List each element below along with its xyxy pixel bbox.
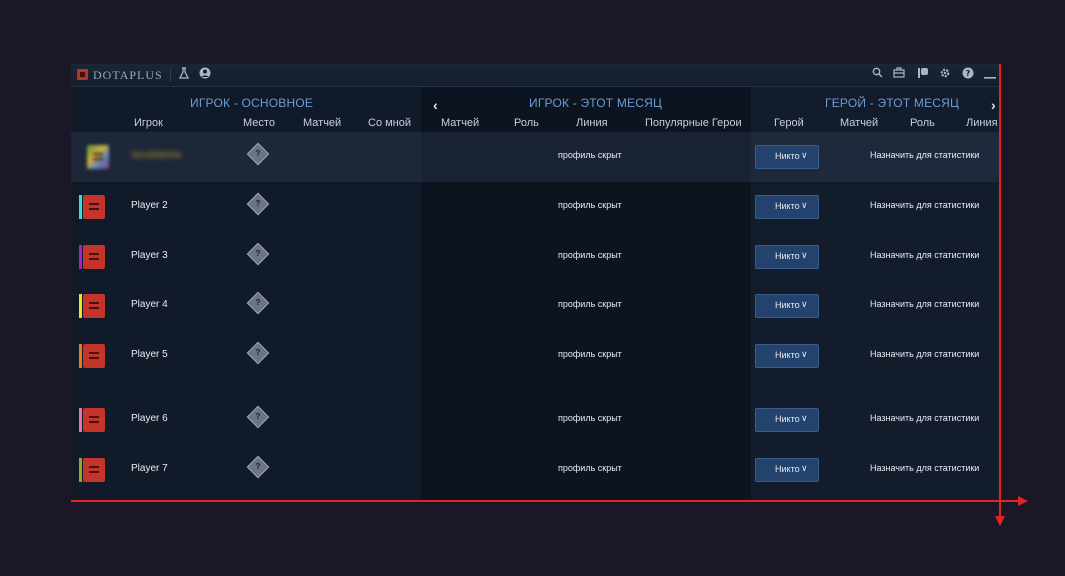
- app-title: DOTAPLUS: [93, 68, 163, 82]
- profile-hidden-label: профиль скрыт: [558, 150, 622, 160]
- table-row[interactable]: SenkMethe ? профиль скрыт Никто ∨ Назначи…: [71, 132, 1001, 182]
- assign-stats-link[interactable]: Назначить для статистики: [870, 200, 979, 210]
- col-header-hero[interactable]: Герой: [774, 117, 804, 129]
- profile-hidden-label: профиль скрыт: [558, 463, 622, 473]
- table-row[interactable]: Player 5 ? профиль скрыт Никто ∨ Назначит…: [71, 331, 1001, 381]
- gear-icon[interactable]: [938, 67, 952, 81]
- player-color-bar: [79, 344, 82, 368]
- chevron-down-icon: ∨: [801, 150, 808, 160]
- arrow-down-icon: [995, 516, 1005, 526]
- col-header-month-matches[interactable]: Матчей: [441, 117, 479, 129]
- col-header-popular-heroes[interactable]: Популярные Герои: [645, 117, 742, 129]
- player-color-bar: [79, 294, 82, 318]
- col-header-hero-matches[interactable]: Матчей: [840, 117, 878, 129]
- chevron-down-icon: ∨: [801, 250, 808, 260]
- player-name[interactable]: Player 5: [131, 349, 168, 360]
- col-header-hero-lane[interactable]: Линия: [966, 117, 998, 129]
- player-name[interactable]: SenkMethe: [131, 150, 182, 161]
- col-header-hero-role[interactable]: Роль: [910, 117, 935, 129]
- player-color-bar: [79, 408, 82, 432]
- prev-page-icon[interactable]: ‹: [433, 97, 438, 113]
- dotaplus-logo-icon: [77, 69, 88, 80]
- avatar[interactable]: [79, 294, 105, 318]
- flag-icon[interactable]: [916, 67, 930, 81]
- assign-stats-link[interactable]: Назначить для статистики: [870, 349, 979, 359]
- guide-line-horizontal: [71, 500, 1023, 502]
- assign-stats-link[interactable]: Назначить для статистики: [870, 413, 979, 423]
- col-header-place[interactable]: Место: [243, 117, 275, 129]
- search-icon[interactable]: [870, 67, 884, 81]
- col-header-role[interactable]: Роль: [514, 117, 539, 129]
- player-name[interactable]: Player 6: [131, 413, 168, 424]
- briefcase-icon[interactable]: [892, 67, 906, 81]
- table-row[interactable]: Player 6 ? профиль скрыт Никто ∨ Назначит…: [71, 395, 1001, 445]
- rank-medal-icon: ?: [246, 192, 270, 216]
- chevron-down-icon: ∨: [801, 299, 808, 309]
- col-header-with-me[interactable]: Со мной: [368, 117, 411, 129]
- section-title-hero-month: ГЕРОЙ - ЭТОТ МЕСЯЦ: [825, 96, 960, 110]
- avatar[interactable]: [79, 245, 105, 269]
- col-header-lane[interactable]: Линия: [576, 117, 608, 129]
- rank-medal-icon: ?: [246, 142, 270, 166]
- hero-select-dropdown[interactable]: Никто ∨: [755, 458, 819, 482]
- player-color-bar: [79, 245, 82, 269]
- player-name[interactable]: Player 2: [131, 200, 168, 211]
- flask-icon[interactable]: [177, 67, 191, 81]
- rank-medal-icon: ?: [246, 341, 270, 365]
- assign-stats-link[interactable]: Назначить для статистики: [870, 299, 979, 309]
- hero-select-dropdown[interactable]: Никто ∨: [755, 245, 819, 269]
- rank-medal-icon: ?: [246, 242, 270, 266]
- hero-select-dropdown[interactable]: Никто ∨: [755, 195, 819, 219]
- avatar[interactable]: [79, 195, 105, 219]
- table-row[interactable]: Player 7 ? профиль скрыт Никто ∨ Назначит…: [71, 445, 1001, 495]
- guide-line-vertical: [999, 64, 1001, 520]
- hero-select-dropdown[interactable]: Никто ∨: [755, 344, 819, 368]
- avatar[interactable]: [79, 458, 105, 482]
- chevron-down-icon: ∨: [801, 413, 808, 423]
- user-icon[interactable]: [198, 67, 212, 81]
- app-window: DOTAPLUS ? ИГРОК - ОСНОВНОЕ ‹ ИГРОК - ЭТ…: [71, 64, 1001, 501]
- help-icon[interactable]: ?: [961, 67, 975, 81]
- avatar[interactable]: [79, 344, 105, 368]
- chevron-down-icon: ∨: [801, 349, 808, 359]
- section-title-player-main: ИГРОК - ОСНОВНОЕ: [190, 96, 314, 110]
- avatar[interactable]: [79, 145, 109, 169]
- hero-select-dropdown[interactable]: Никто ∨: [755, 408, 819, 432]
- profile-hidden-label: профиль скрыт: [558, 250, 622, 260]
- player-color-bar: [79, 195, 82, 219]
- profile-hidden-label: профиль скрыт: [558, 349, 622, 359]
- hero-select-dropdown[interactable]: Никто ∨: [755, 145, 819, 169]
- table-row[interactable]: Player 4 ? профиль скрыт Никто ∨ Назначит…: [71, 281, 1001, 331]
- next-page-icon[interactable]: ›: [991, 97, 996, 113]
- rank-medal-icon: ?: [246, 405, 270, 429]
- chevron-down-icon: ∨: [801, 200, 808, 210]
- player-name[interactable]: Player 3: [131, 250, 168, 261]
- avatar[interactable]: [79, 408, 105, 432]
- assign-stats-link[interactable]: Назначить для статистики: [870, 150, 979, 160]
- profile-hidden-label: профиль скрыт: [558, 200, 622, 210]
- col-header-player[interactable]: Игрок: [134, 117, 163, 129]
- col-header-matches[interactable]: Матчей: [303, 117, 341, 129]
- rank-medal-icon: ?: [246, 291, 270, 315]
- player-color-bar: [79, 458, 82, 482]
- player-name[interactable]: Player 7: [131, 463, 168, 474]
- toolbar-divider: [170, 68, 171, 82]
- minimize-icon[interactable]: [983, 67, 997, 81]
- chevron-down-icon: ∨: [801, 463, 808, 473]
- section-title-player-month: ИГРОК - ЭТОТ МЕСЯЦ: [529, 96, 663, 110]
- table-row[interactable]: Player 2 ? профиль скрыт Никто ∨ Назначит…: [71, 182, 1001, 232]
- title-bar: DOTAPLUS ?: [71, 64, 1001, 87]
- svg-text:?: ?: [966, 69, 971, 78]
- profile-hidden-label: профиль скрыт: [558, 413, 622, 423]
- player-name[interactable]: Player 4: [131, 299, 168, 310]
- table-row[interactable]: Player 3 ? профиль скрыт Никто ∨ Назначит…: [71, 232, 1001, 282]
- assign-stats-link[interactable]: Назначить для статистики: [870, 250, 979, 260]
- assign-stats-link[interactable]: Назначить для статистики: [870, 463, 979, 473]
- profile-hidden-label: профиль скрыт: [558, 299, 622, 309]
- arrow-right-icon: [1018, 496, 1028, 506]
- hero-select-dropdown[interactable]: Никто ∨: [755, 294, 819, 318]
- rank-medal-icon: ?: [246, 455, 270, 479]
